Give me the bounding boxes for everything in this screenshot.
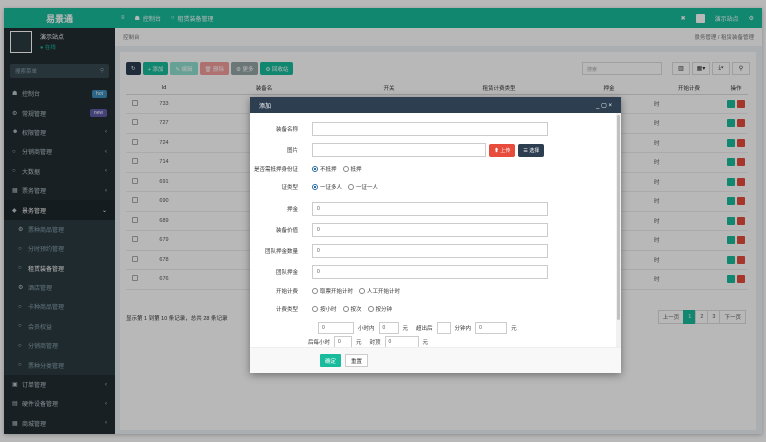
unit-yuan-3: 元: [356, 340, 362, 346]
submit-button[interactable]: 确定: [320, 354, 342, 367]
deposit-num-field[interactable]: 0: [312, 244, 548, 258]
label-start: 开始计费: [275, 289, 298, 295]
radio-dot: [342, 306, 349, 312]
unit-over: 超出后: [416, 326, 433, 332]
dialog-controls[interactable]: _ ▢ ×: [596, 102, 612, 109]
upload-button[interactable]: ⬆ 上传: [489, 143, 516, 157]
min-field[interactable]: 0: [475, 322, 508, 334]
image-field[interactable]: [312, 143, 486, 157]
unit-cap: 封顶: [369, 340, 381, 346]
radio-one-multi[interactable]: 一证多人: [312, 183, 342, 191]
label-team-deposit: 团队押金: [275, 270, 298, 276]
radio-label: 按次: [350, 307, 362, 313]
label-cert: 证类型: [281, 185, 298, 191]
add-dialog: 添加 _ ▢ × 装备名称 图片 ⬆ 上传 ☰ 选择 是否需抵押身份证 不抵押 …: [250, 97, 621, 373]
form-row-deposit-num: 团队押金数量 0: [250, 244, 610, 258]
form-row-value: 装备价值 0: [250, 223, 610, 237]
form-row-name: 装备名称: [250, 122, 610, 136]
form-row-billing: 计费类型 按小时 按次 按分钟: [250, 305, 610, 313]
form-row-team-deposit: 团队押金 0: [250, 265, 610, 279]
unit-min: 分钟内: [454, 326, 472, 332]
scroll-thumb[interactable]: [617, 115, 620, 320]
radio-label: 取票开始计时: [320, 289, 354, 295]
radio-dot: [312, 166, 318, 172]
hour-count-field[interactable]: 0: [318, 322, 354, 334]
choose-button[interactable]: ☰ 选择: [518, 143, 545, 157]
radio-dot: [359, 288, 366, 294]
unit-yuan-4: 元: [422, 340, 429, 346]
label-deposit: 押金: [286, 207, 298, 213]
radio-label: 抵押: [350, 167, 362, 173]
radio-dot: [312, 306, 318, 312]
label-deposit-id: 是否需抵押身份证: [253, 167, 298, 173]
reset-button[interactable]: 重置: [345, 354, 369, 367]
dialog-body: 装备名称 图片 ⬆ 上传 ☰ 选择 是否需抵押身份证 不抵押 抵押 证类型 一证…: [250, 113, 621, 347]
name-field[interactable]: [312, 122, 548, 136]
radio-dot: [312, 184, 318, 190]
value-field[interactable]: 0: [312, 223, 548, 237]
form-row-image: 图片 ⬆ 上传 ☰ 选择: [250, 143, 610, 157]
radio-label: 人工开始计时: [367, 289, 401, 295]
radio-label: 按小时: [320, 307, 337, 313]
radio-start-manual[interactable]: 人工开始计时: [359, 287, 400, 295]
radio-per-minute[interactable]: 按分钟: [367, 305, 393, 313]
deposit-field[interactable]: 0: [312, 202, 548, 216]
form-row-start: 开始计费 取票开始计时 人工开始计时: [250, 287, 610, 295]
label-name: 装备名称: [275, 127, 298, 133]
form-row-price2: 后每小时 0 元 封顶 0 元: [250, 336, 610, 347]
dialog-footer: 确定 重置: [250, 347, 621, 373]
dialog-scrollbar[interactable]: [616, 113, 621, 347]
radio-no-deposit[interactable]: 不抵押: [312, 165, 337, 173]
unit-each: 后每小时: [308, 340, 331, 346]
unit-yuan: 元: [402, 326, 409, 332]
radio-dot: [348, 184, 355, 190]
unit-hour: 小时内: [358, 326, 375, 332]
radio-hourly[interactable]: 按小时: [312, 305, 337, 313]
form-row-deposit-id: 是否需抵押身份证 不抵押 抵押: [250, 165, 610, 173]
radio-dot: [312, 288, 318, 294]
unit-yuan-2: 元: [511, 326, 517, 332]
label-deposit-num: 团队押金数量: [264, 249, 298, 255]
radio-label: 一证多人: [320, 185, 343, 191]
radio-label: 按分钟: [375, 307, 393, 313]
over-field[interactable]: [436, 322, 451, 334]
radio-per-use[interactable]: 按次: [342, 305, 362, 313]
form-row-price1: 0 小时内 0 元 超出后 分钟内 0 元: [250, 322, 610, 334]
radio-dot: [342, 166, 349, 172]
label-billing: 计费类型: [275, 307, 298, 313]
label-image: 图片: [286, 148, 298, 154]
form-row-cert: 证类型 一证多人 一证一人: [250, 183, 610, 191]
radio-start-ticket[interactable]: 取票开始计时: [312, 287, 353, 295]
form-row-deposit: 押金 0: [250, 202, 610, 216]
label-value: 装备价值: [275, 228, 298, 234]
hour-price-field[interactable]: 0: [378, 322, 399, 334]
radio-dot: [367, 306, 374, 312]
radio-deposit[interactable]: 抵押: [342, 165, 362, 173]
dialog-header: 添加 _ ▢ ×: [250, 97, 621, 113]
dialog-title: 添加: [259, 103, 272, 110]
radio-label: 一证一人: [356, 185, 379, 191]
radio-label: 不抵押: [320, 167, 337, 173]
radio-one-single[interactable]: 一证一人: [348, 183, 378, 191]
each-field[interactable]: 0: [334, 336, 353, 347]
team-deposit-field[interactable]: 0: [312, 265, 548, 279]
cap-field[interactable]: 0: [384, 336, 419, 347]
